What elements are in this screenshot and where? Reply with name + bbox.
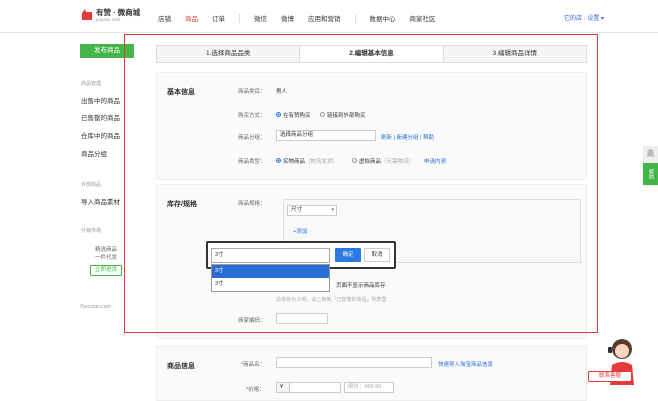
product-name-label-text: 商品名：	[243, 362, 266, 368]
price-label-text: 价格：	[248, 387, 265, 393]
import-taobao-link[interactable]: 快速导入淘宝商品信息	[438, 360, 493, 368]
original-price-input[interactable]: 原价：¥99.99	[344, 382, 394, 393]
sidebar-item-sold-out[interactable]: 已售罄的商品	[81, 112, 120, 122]
sidebar-item-on-sale[interactable]: 出售中的商品	[81, 95, 120, 105]
product-name-label: *商品名：	[241, 362, 266, 368]
nav-weibo[interactable]: 微博	[281, 13, 294, 23]
price-label: *价格：	[246, 387, 265, 393]
logo-subtext: youzan.com	[96, 17, 121, 22]
contact-service-button[interactable]: 联系客服	[588, 371, 632, 382]
sidebar-item-import[interactable]: 导入商品素材	[81, 196, 120, 206]
top-bar: 有赞 · 微商城 youzan.com 店铺 商品 订单 微信 微博 应用和营销…	[0, 0, 658, 33]
section-title: 商品信息	[167, 363, 195, 370]
main-nav: 店铺 商品 订单 微信 微博 应用和营销 数据中心 商家社区	[158, 13, 450, 23]
nav-store[interactable]: 店铺	[158, 13, 171, 23]
product-name-input[interactable]	[276, 357, 432, 368]
nav-divider	[354, 13, 356, 23]
nav-wechat[interactable]: 微信	[254, 13, 267, 23]
nav-divider	[239, 13, 240, 23]
sidebar-group-title: 分销市场	[81, 228, 102, 234]
nav-orders[interactable]: 订单	[212, 13, 225, 23]
sidebar-group-title: 商品管理	[81, 81, 102, 87]
nav-apps[interactable]: 应用和营销	[308, 13, 341, 23]
nav-community[interactable]: 商家社区	[410, 13, 436, 23]
price-currency: ¥	[276, 382, 290, 393]
footer-copyright: ©youzan.com	[80, 304, 111, 310]
sidebar-group-title: 外部商品	[81, 182, 102, 188]
sidebar: 发布商品 商品管理 出售中的商品 已售罄的商品 仓库中的商品 商品分组 外部商品…	[72, 34, 134, 401]
sidebar-item-groups[interactable]: 商品分组	[81, 148, 107, 158]
highlight-frame	[124, 34, 598, 333]
nav-products[interactable]: 商品	[185, 13, 198, 23]
logo-icon[interactable]	[81, 7, 93, 21]
user-menu[interactable]: 它的店 · 设置 ▾	[564, 13, 604, 22]
restock-button[interactable]: 立即进货	[90, 265, 122, 276]
price-input[interactable]	[289, 382, 341, 393]
nav-data[interactable]: 数据中心	[370, 13, 396, 23]
bell-icon[interactable]	[643, 146, 658, 161]
sidebar-item-warehouse[interactable]: 仓库中的商品	[81, 130, 120, 140]
help-tab[interactable]: 帮助	[643, 163, 658, 185]
